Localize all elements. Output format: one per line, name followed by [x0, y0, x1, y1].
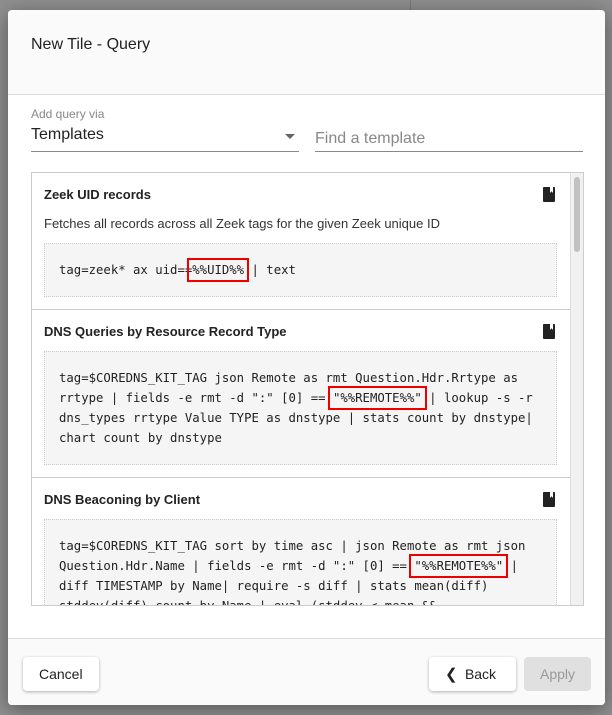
- book-icon[interactable]: [543, 324, 555, 339]
- template-title: DNS Queries by Resource Record Type: [44, 324, 287, 339]
- template-list: Zeek UID records Fetches all records acr…: [31, 172, 584, 606]
- template-title: Zeek UID records: [44, 187, 151, 202]
- code-placeholder-highlight: "%%REMOTE%%": [409, 554, 509, 578]
- template-title: DNS Beaconing by Client: [44, 492, 201, 507]
- back-label: Back: [464, 666, 497, 682]
- apply-button[interactable]: Apply: [524, 657, 591, 691]
- background-divider: [410, 0, 411, 10]
- scrollbar-thumb[interactable]: [574, 177, 580, 252]
- template-code: tag=$COREDNS_KIT_TAG sort by time asc | …: [44, 519, 557, 605]
- code-text: | text: [244, 263, 296, 277]
- new-tile-dialog: New Tile - Query Add query via Templates…: [8, 10, 605, 705]
- add-query-value: Templates: [31, 126, 104, 143]
- dropdown-caret-icon: [285, 134, 295, 139]
- template-search-input[interactable]: [315, 126, 583, 152]
- template-card[interactable]: DNS Beaconing by Client tag=$COREDNS_KIT…: [32, 478, 583, 605]
- code-placeholder-highlight: %%UID%%: [187, 258, 250, 282]
- add-query-label: Add query via: [31, 107, 105, 121]
- template-description: Fetches all records across all Zeek tags…: [44, 216, 440, 231]
- template-card[interactable]: DNS Queries by Resource Record Type tag=…: [32, 310, 583, 478]
- back-button[interactable]: ❮ Back: [429, 657, 516, 691]
- book-icon[interactable]: [543, 187, 555, 202]
- template-code: tag=zeek* ax uid==%%UID%% | text: [44, 243, 557, 297]
- add-query-select[interactable]: Templates: [31, 126, 299, 152]
- cancel-button[interactable]: Cancel: [23, 657, 99, 691]
- template-code: tag=$COREDNS_KIT_TAG json Remote as rmt …: [44, 351, 557, 465]
- list-scrollbar[interactable]: [570, 173, 583, 605]
- template-card[interactable]: Zeek UID records Fetches all records acr…: [32, 173, 583, 310]
- code-text: tag=zeek* ax uid==: [59, 263, 193, 277]
- dialog-footer: Cancel ❮ Back Apply: [8, 638, 605, 705]
- dialog-title: New Tile - Query: [31, 36, 151, 53]
- book-icon[interactable]: [543, 492, 555, 507]
- dialog-header: New Tile - Query: [8, 10, 605, 95]
- code-placeholder-highlight: "%%REMOTE%%": [327, 386, 427, 410]
- chevron-left-icon: ❮: [445, 666, 458, 683]
